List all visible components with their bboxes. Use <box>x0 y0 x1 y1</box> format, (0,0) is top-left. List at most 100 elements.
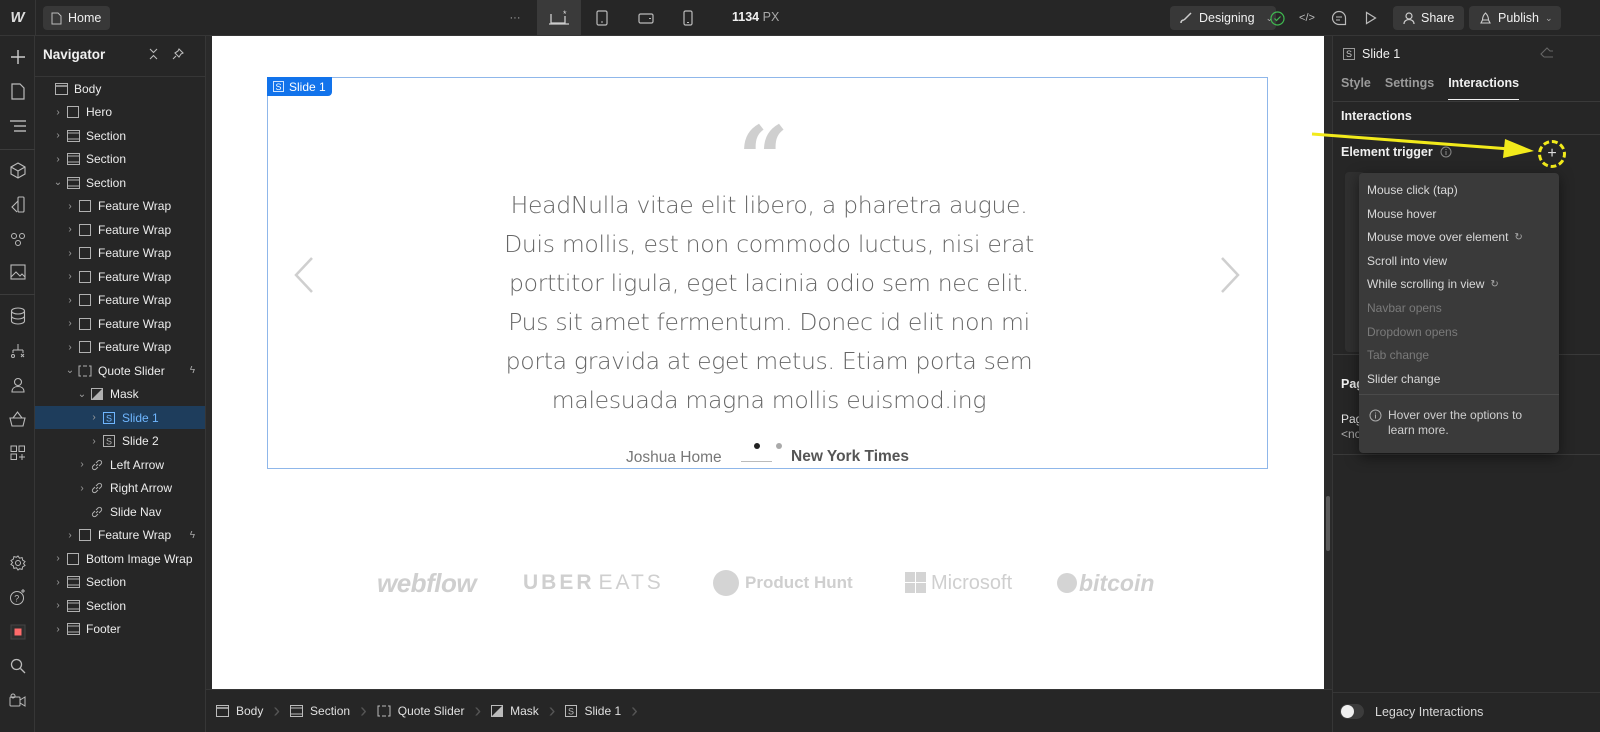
settings-button[interactable] <box>0 551 35 575</box>
record-button[interactable] <box>0 620 35 644</box>
chevron-right-icon[interactable]: › <box>53 154 63 165</box>
navigator-item[interactable]: › Bottom Image Wrap <box>35 547 205 570</box>
canvas-width-readout[interactable]: 1134 PX <box>732 10 779 24</box>
mode-dropdown[interactable]: Designing ⌄ <box>1170 6 1276 30</box>
navigator-item[interactable]: › S Slide 2 <box>35 430 205 453</box>
chevron-right-icon[interactable]: › <box>53 600 63 611</box>
chevron-right-icon[interactable]: › <box>65 271 75 282</box>
styles-button[interactable] <box>0 192 35 216</box>
navigator-item[interactable]: ⌄ Mask <box>35 383 205 406</box>
chevron-right-icon[interactable]: › <box>77 483 87 494</box>
components-button[interactable] <box>0 158 35 182</box>
navigator-item[interactable]: › Feature Wrap ϟ <box>35 524 205 547</box>
breadcrumb-item[interactable]: Body <box>214 697 273 725</box>
chevron-right-icon[interactable]: › <box>89 412 99 423</box>
navigator-item[interactable]: › S Slide 1 <box>35 406 205 429</box>
trigger-menu-item[interactable]: Slider change <box>1367 372 1440 386</box>
publish-button[interactable]: Publish ⌄ <box>1469 6 1561 30</box>
trigger-menu-item[interactable]: Mouse move over element ↻ <box>1367 230 1523 244</box>
navigator-item[interactable]: ⌄ Quote Slider ϟ <box>35 359 205 382</box>
video-tutorials-button[interactable] <box>0 688 35 712</box>
trigger-menu-item[interactable]: Scroll into view <box>1367 254 1447 268</box>
chevron-down-icon[interactable]: ⌄ <box>77 389 87 400</box>
trigger-menu-item[interactable]: Mouse hover <box>1367 207 1436 221</box>
chevron-right-icon[interactable]: › <box>53 553 63 564</box>
assets-button[interactable] <box>0 260 35 284</box>
webflow-logo[interactable]: W <box>0 0 36 35</box>
slider-left-arrow[interactable] <box>292 256 316 294</box>
tab-settings[interactable]: Settings <box>1385 76 1434 100</box>
breakpoint-tablet-button[interactable] <box>587 6 617 30</box>
navigator-item[interactable]: › Feature Wrap <box>35 289 205 312</box>
more-options-button[interactable]: ··· <box>500 6 530 30</box>
chevron-right-icon[interactable]: › <box>53 624 63 635</box>
navigator-item[interactable]: › Footer <box>35 618 205 641</box>
chevron-right-icon[interactable]: › <box>77 459 87 470</box>
navigator-item[interactable]: › Section <box>35 571 205 594</box>
slider-right-arrow[interactable] <box>1218 256 1242 294</box>
chevron-right-icon[interactable]: › <box>65 201 75 212</box>
site-status-button[interactable] <box>1262 6 1292 30</box>
navigator-item[interactable]: ⌄ Section <box>35 171 205 194</box>
breadcrumb-item[interactable]: Mask <box>489 697 549 725</box>
add-elements-button[interactable] <box>0 45 35 69</box>
apps-button[interactable] <box>0 441 35 465</box>
tab-interactions[interactable]: Interactions <box>1448 76 1520 100</box>
variables-button[interactable] <box>0 226 35 250</box>
cms-button[interactable] <box>0 304 35 328</box>
chevron-right-icon[interactable]: › <box>89 436 99 447</box>
design-canvas[interactable]: S Slide 1 “ HeadNulla vitae elit libero,… <box>212 36 1324 689</box>
navigator-item[interactable]: › Hero <box>35 101 205 124</box>
legacy-interactions-toggle[interactable] <box>1340 704 1364 719</box>
chevron-right-icon[interactable]: › <box>53 130 63 141</box>
breadcrumb-item[interactable]: Quote Slider <box>375 697 475 725</box>
chevron-right-icon[interactable]: › <box>65 342 75 353</box>
ecommerce-button[interactable] <box>0 407 35 431</box>
selected-element-tag[interactable]: S Slide 1 <box>267 77 332 96</box>
comments-button[interactable] <box>1324 6 1354 30</box>
canvas-scrollbar[interactable] <box>1326 496 1330 551</box>
navigator-item[interactable]: Slide Nav <box>35 500 205 523</box>
code-export-button[interactable]: </> <box>1292 6 1322 30</box>
trigger-menu-item[interactable]: While scrolling in view ↻ <box>1367 277 1499 291</box>
chevron-right-icon[interactable]: › <box>65 530 75 541</box>
share-button[interactable]: Share <box>1393 6 1465 30</box>
selected-slide[interactable]: S Slide 1 “ HeadNulla vitae elit libero,… <box>267 77 1268 469</box>
navigator-item[interactable]: Body <box>35 77 205 100</box>
clear-selection-button[interactable] <box>1540 47 1554 59</box>
slide-dot[interactable] <box>754 443 760 449</box>
users-button[interactable] <box>0 373 35 397</box>
navigator-item[interactable]: › Left Arrow <box>35 453 205 476</box>
page-selector-button[interactable]: Home <box>43 6 111 30</box>
navigator-button[interactable] <box>0 114 35 138</box>
breadcrumb-item[interactable]: Section <box>288 697 360 725</box>
pages-button[interactable] <box>0 79 35 103</box>
logic-button[interactable] <box>0 339 35 363</box>
collapse-all-button[interactable] <box>148 48 159 60</box>
trigger-menu-item[interactable]: Mouse click (tap) <box>1367 183 1458 197</box>
slide-dot[interactable] <box>776 443 782 449</box>
tab-style[interactable]: Style <box>1341 76 1371 100</box>
navigator-item[interactable]: › Feature Wrap <box>35 242 205 265</box>
chevron-right-icon[interactable]: › <box>65 224 75 235</box>
chevron-right-icon[interactable]: › <box>65 318 75 329</box>
breadcrumb-item[interactable]: S Slide 1 <box>563 697 631 725</box>
chevron-right-icon[interactable]: › <box>53 107 63 118</box>
navigator-item[interactable]: › Feature Wrap <box>35 195 205 218</box>
navigator-item[interactable]: › Feature Wrap <box>35 312 205 335</box>
pin-panel-button[interactable] <box>172 48 184 60</box>
chevron-right-icon[interactable]: › <box>65 248 75 259</box>
navigator-item[interactable]: › Feature Wrap <box>35 218 205 241</box>
navigator-item[interactable]: › Section <box>35 124 205 147</box>
breakpoint-mobile-portrait-button[interactable] <box>673 6 703 30</box>
preview-button[interactable] <box>1356 6 1386 30</box>
navigator-item[interactable]: › Section <box>35 594 205 617</box>
breakpoint-desktop-button[interactable]: * <box>537 0 581 35</box>
navigator-item[interactable]: › Feature Wrap <box>35 265 205 288</box>
chevron-right-icon[interactable]: › <box>65 295 75 306</box>
chevron-right-icon[interactable]: › <box>53 577 63 588</box>
breakpoint-mobile-landscape-button[interactable] <box>631 6 661 30</box>
help-button[interactable]: ? <box>0 585 35 609</box>
navigator-item[interactable]: › Section <box>35 148 205 171</box>
chevron-down-icon[interactable]: ⌄ <box>65 365 75 376</box>
